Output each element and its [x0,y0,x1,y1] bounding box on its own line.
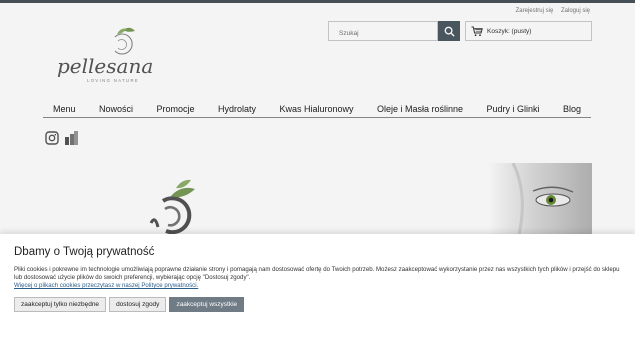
logo-image: pellesana LOVING NATURE [57,27,153,83]
nav-item-hydrolaty[interactable]: Hydrolaty [218,104,256,114]
instagram-icon[interactable] [45,131,59,145]
svg-text:LOVING NATURE: LOVING NATURE [87,78,139,83]
hero-banner[interactable] [43,163,592,235]
svg-text:pellesana: pellesana [57,54,153,78]
social-links [45,131,78,145]
nav-item-kwas-hialuronowy[interactable]: Kwas Hialuronowy [279,104,353,114]
accept-all-button[interactable]: zaakceptuj wszystkie [169,297,245,312]
banner-image [149,163,592,235]
customize-consent-button[interactable]: dostosuj zgody [109,297,167,312]
user-links: Zarejestruj się Zaloguj się [510,8,590,14]
nav-item-oleje[interactable]: Oleje i Masła roślinne [377,104,463,114]
nav-item-blog[interactable]: Blog [563,104,581,114]
nav-item-pudry[interactable]: Pudry i Glinki [486,104,539,114]
cookie-buttons: zaakceptuj tylko niezbędne dostosuj zgod… [14,297,245,312]
search-button[interactable] [438,21,460,41]
cart-label: Koszyk: (pusty) [487,27,532,35]
cookie-consent-panel: Dbamy o Twoją prywatność Pliki cookies i… [0,234,635,357]
cookie-text: Pliki cookies i pokrewne im technologie … [14,266,620,281]
bar-chart-icon[interactable] [64,131,78,145]
search-input[interactable] [329,24,437,43]
accept-necessary-button[interactable]: zaakceptuj tylko niezbędne [14,297,107,312]
cookie-title: Dbamy o Twoją prywatność [14,246,155,258]
nav-item-menu[interactable]: Menu [53,104,76,114]
cart-icon [471,26,483,36]
search-box [328,21,438,43]
top-bar [0,0,635,3]
main-nav: Menu Nowości Promocje Hydrolaty Kwas Hia… [43,100,591,118]
cart-button[interactable]: Koszyk: (pusty) [465,21,592,41]
logo[interactable]: pellesana LOVING NATURE [55,25,170,90]
privacy-policy-link[interactable]: Więcej o plikach cookies przeczytasz w n… [14,282,198,289]
nav-item-nowosci[interactable]: Nowości [99,104,133,114]
register-link[interactable]: Zarejestruj się [516,8,554,14]
search-icon [444,26,455,37]
login-link[interactable]: Zaloguj się [561,8,590,14]
nav-item-promocje[interactable]: Promocje [156,104,194,114]
